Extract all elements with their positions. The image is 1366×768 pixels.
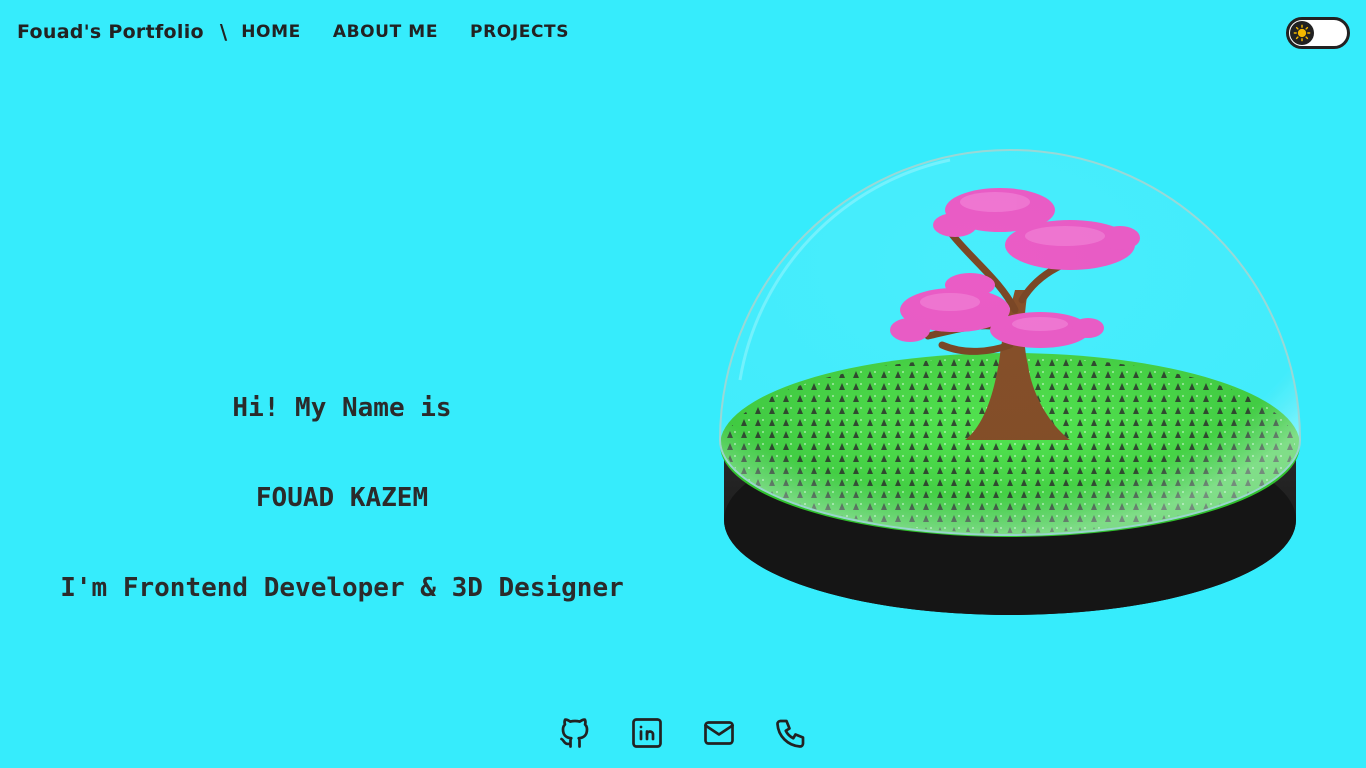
phone-icon [776, 719, 805, 748]
nav-projects-link[interactable]: PROJECTS [470, 22, 569, 42]
email-link[interactable] [700, 714, 738, 752]
toggle-knob [1290, 21, 1314, 45]
nav-separator: \ [219, 20, 228, 44]
phone-link[interactable] [772, 714, 810, 752]
mail-icon [704, 721, 734, 745]
github-icon [560, 718, 589, 748]
nav-about-me-link[interactable]: ABOUT ME [333, 22, 438, 42]
hero-name: FOUAD KAZEM [255, 483, 429, 513]
hero-intro: Hi! My Name is FOUAD KAZEM I'm Frontend … [42, 333, 642, 663]
hero-greeting: Hi! My Name is [232, 393, 452, 423]
portfolio-page: Fouad's Portfolio \ HOME ABOUT ME PROJEC… [0, 0, 1366, 768]
top-navigation: Fouad's Portfolio \ HOME ABOUT ME PROJEC… [17, 14, 601, 50]
linkedin-link[interactable] [628, 714, 666, 752]
social-links [556, 714, 844, 752]
linkedin-icon [632, 718, 662, 748]
theme-toggle[interactable] [1286, 17, 1350, 49]
brand-link[interactable]: Fouad's Portfolio [17, 21, 204, 43]
nav-home-link[interactable]: HOME [241, 22, 301, 42]
hero-tagline: I'm Frontend Developer & 3D Designer [60, 573, 624, 603]
github-link[interactable] [556, 714, 594, 752]
sun-icon [1293, 24, 1311, 42]
terrarium-globe-illustration [718, 149, 1302, 615]
